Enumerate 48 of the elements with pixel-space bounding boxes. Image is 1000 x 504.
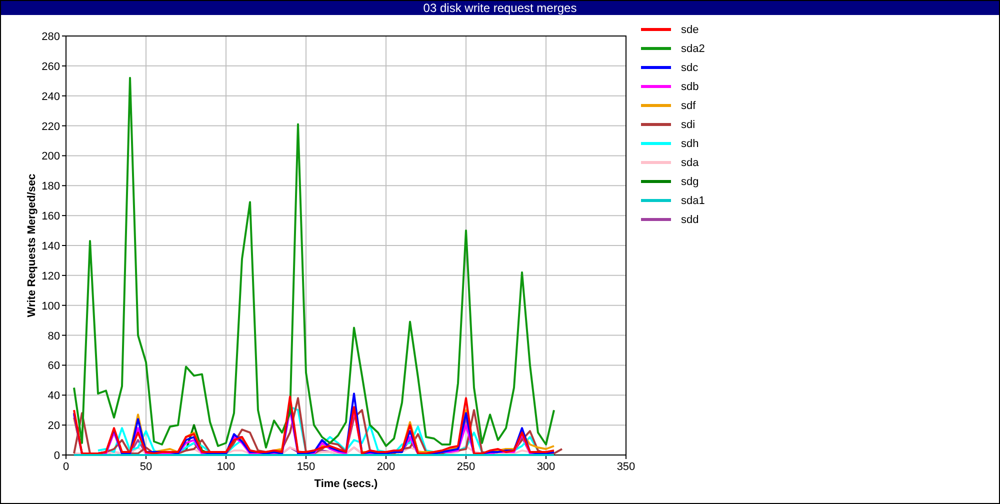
axis-tick-label: 240 (42, 90, 60, 103)
legend-label: sdd (681, 214, 699, 226)
axis-tick-label: 20 (48, 420, 60, 432)
legend-label: sdb (681, 80, 699, 92)
legend-swatch (641, 66, 671, 69)
axis-tick-label: 250 (456, 461, 476, 473)
legend-label: sda (681, 156, 699, 168)
axis-tick-label: 120 (42, 270, 60, 282)
legend-swatch (641, 218, 671, 221)
axis-tick-label: 100 (216, 461, 236, 473)
legend-swatch (641, 104, 671, 107)
window-title: 03 disk write request merges (1, 1, 999, 15)
axis-tick-label: 180 (42, 180, 60, 193)
legend-label: sde (681, 24, 699, 36)
axis-tick-label: 280 (42, 31, 60, 43)
axis-tick-label: 0 (54, 450, 60, 462)
axis-title: Time (secs.) (314, 478, 378, 490)
axis-tick-label: 100 (42, 300, 60, 312)
axis-tick-label: 300 (536, 461, 556, 473)
legend-label: sdf (681, 100, 696, 112)
legend-swatch (641, 180, 671, 183)
legend-label: sda2 (681, 42, 705, 54)
legend-label: sda1 (681, 194, 705, 206)
axis-tick-label: 60 (48, 360, 60, 372)
legend-swatch (641, 199, 671, 202)
axis-tick-label: 220 (42, 120, 60, 133)
axis-tick-label: 50 (140, 461, 152, 473)
axis-tick-label: 200 (376, 461, 396, 473)
legend-swatch (641, 123, 671, 126)
legend-swatch (641, 47, 671, 50)
legend-swatch (641, 28, 671, 31)
axis-tick-label: 150 (296, 461, 316, 473)
axis-tick-label: 80 (48, 330, 60, 342)
axis-tick-label: 0 (62, 461, 70, 473)
axis-tick-label: 350 (616, 461, 636, 473)
axis-title: Write Requests Merged/sec (26, 174, 38, 318)
legend-label: sdi (681, 118, 696, 130)
axis-tick-label: 200 (42, 150, 60, 163)
axis-tick-label: 40 (48, 390, 60, 402)
legend-label: sdh (681, 138, 699, 150)
legend-label: sdg (681, 176, 699, 188)
axis-tick-label: 140 (42, 240, 60, 252)
legend-swatch (641, 142, 671, 145)
axis-tick-label: 160 (42, 210, 60, 223)
axis-tick-label: 260 (42, 60, 60, 73)
legend-swatch (641, 85, 671, 88)
legend-label: sdc (681, 62, 698, 74)
legend-swatch (641, 161, 671, 164)
